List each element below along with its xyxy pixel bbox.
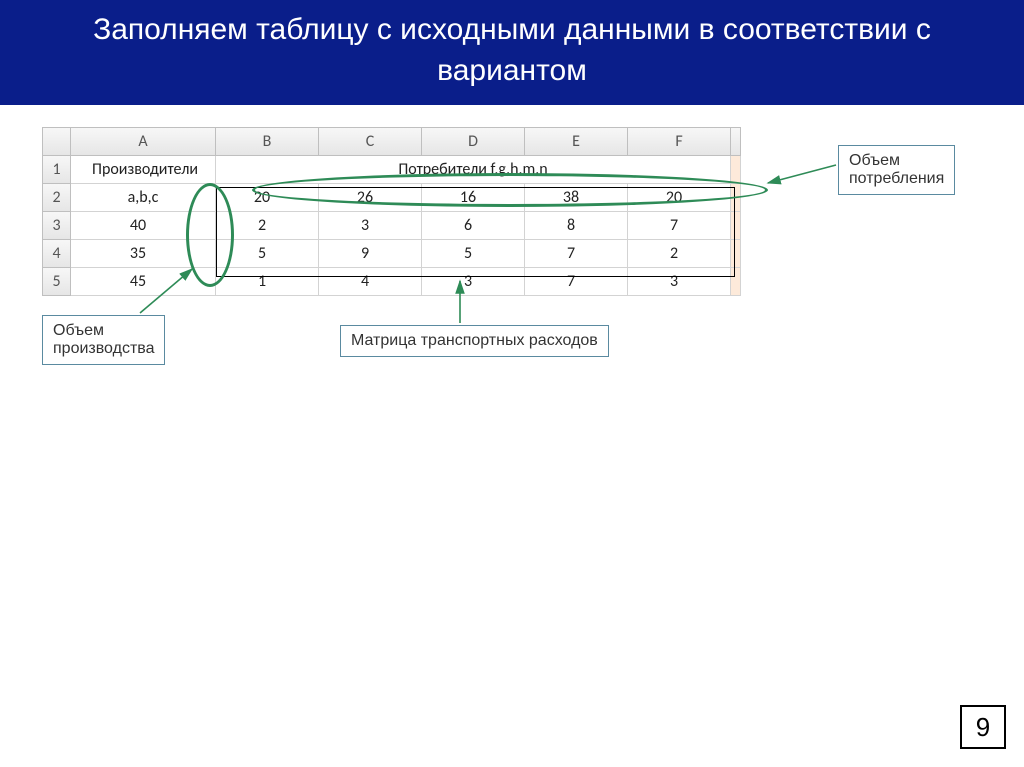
row-1-header: 1 xyxy=(43,156,71,184)
col-G-sliver xyxy=(731,128,741,156)
callout-matrix: Матрица транспортных расходов xyxy=(340,325,609,357)
cell-C5: 4 xyxy=(319,268,422,296)
excel-row-1: 1 Производители Потребители f,g,h,m,n xyxy=(43,156,741,184)
cell-C3: 3 xyxy=(319,212,422,240)
cell-B2: 20 xyxy=(216,184,319,212)
cell-B1F1: Потребители f,g,h,m,n xyxy=(216,156,731,184)
cell-E4: 7 xyxy=(525,240,628,268)
excel-row-5: 5 45 1 4 3 7 3 xyxy=(43,268,741,296)
excel-row-3: 3 40 2 3 6 8 7 xyxy=(43,212,741,240)
cell-C2: 26 xyxy=(319,184,422,212)
cell-A2: a,b,c xyxy=(71,184,216,212)
cell-F3: 7 xyxy=(628,212,731,240)
excel-row-4: 4 35 5 9 5 7 2 xyxy=(43,240,741,268)
cell-B5: 1 xyxy=(216,268,319,296)
cell-A3: 40 xyxy=(71,212,216,240)
cell-A4: 35 xyxy=(71,240,216,268)
cell-F4: 2 xyxy=(628,240,731,268)
slide-title: Заполняем таблицу с исходными данными в … xyxy=(0,0,1024,105)
cell-G5 xyxy=(731,268,741,296)
cell-G1 xyxy=(731,156,741,184)
cell-F5: 3 xyxy=(628,268,731,296)
cell-F2: 20 xyxy=(628,184,731,212)
cell-E2: 38 xyxy=(525,184,628,212)
cell-A1: Производители xyxy=(71,156,216,184)
cell-D5: 3 xyxy=(422,268,525,296)
callout-consumption: Объем потребления xyxy=(838,145,955,195)
excel-row-2: 2 a,b,c 20 26 16 38 20 xyxy=(43,184,741,212)
cell-B4: 5 xyxy=(216,240,319,268)
callout-production: Объем производства xyxy=(42,315,165,365)
cell-G3 xyxy=(731,212,741,240)
cell-G2 xyxy=(731,184,741,212)
row-4-header: 4 xyxy=(43,240,71,268)
excel-corner xyxy=(43,128,71,156)
cell-D4: 5 xyxy=(422,240,525,268)
cell-G4 xyxy=(731,240,741,268)
col-D-header: D xyxy=(422,128,525,156)
col-A-header: A xyxy=(71,128,216,156)
row-2-header: 2 xyxy=(43,184,71,212)
excel-col-headers: A B C D E F xyxy=(43,128,741,156)
cell-B3: 2 xyxy=(216,212,319,240)
col-C-header: C xyxy=(319,128,422,156)
cell-A5: 45 xyxy=(71,268,216,296)
cell-D2: 16 xyxy=(422,184,525,212)
row-3-header: 3 xyxy=(43,212,71,240)
col-B-header: B xyxy=(216,128,319,156)
cell-D3: 6 xyxy=(422,212,525,240)
slide-body: A B C D E F 1 Производители Потребители … xyxy=(0,105,1024,765)
cell-C4: 9 xyxy=(319,240,422,268)
excel-table: A B C D E F 1 Производители Потребители … xyxy=(42,127,741,296)
page-number: 9 xyxy=(960,705,1006,749)
cell-E5: 7 xyxy=(525,268,628,296)
cell-E3: 8 xyxy=(525,212,628,240)
row-5-header: 5 xyxy=(43,268,71,296)
col-F-header: F xyxy=(628,128,731,156)
col-E-header: E xyxy=(525,128,628,156)
